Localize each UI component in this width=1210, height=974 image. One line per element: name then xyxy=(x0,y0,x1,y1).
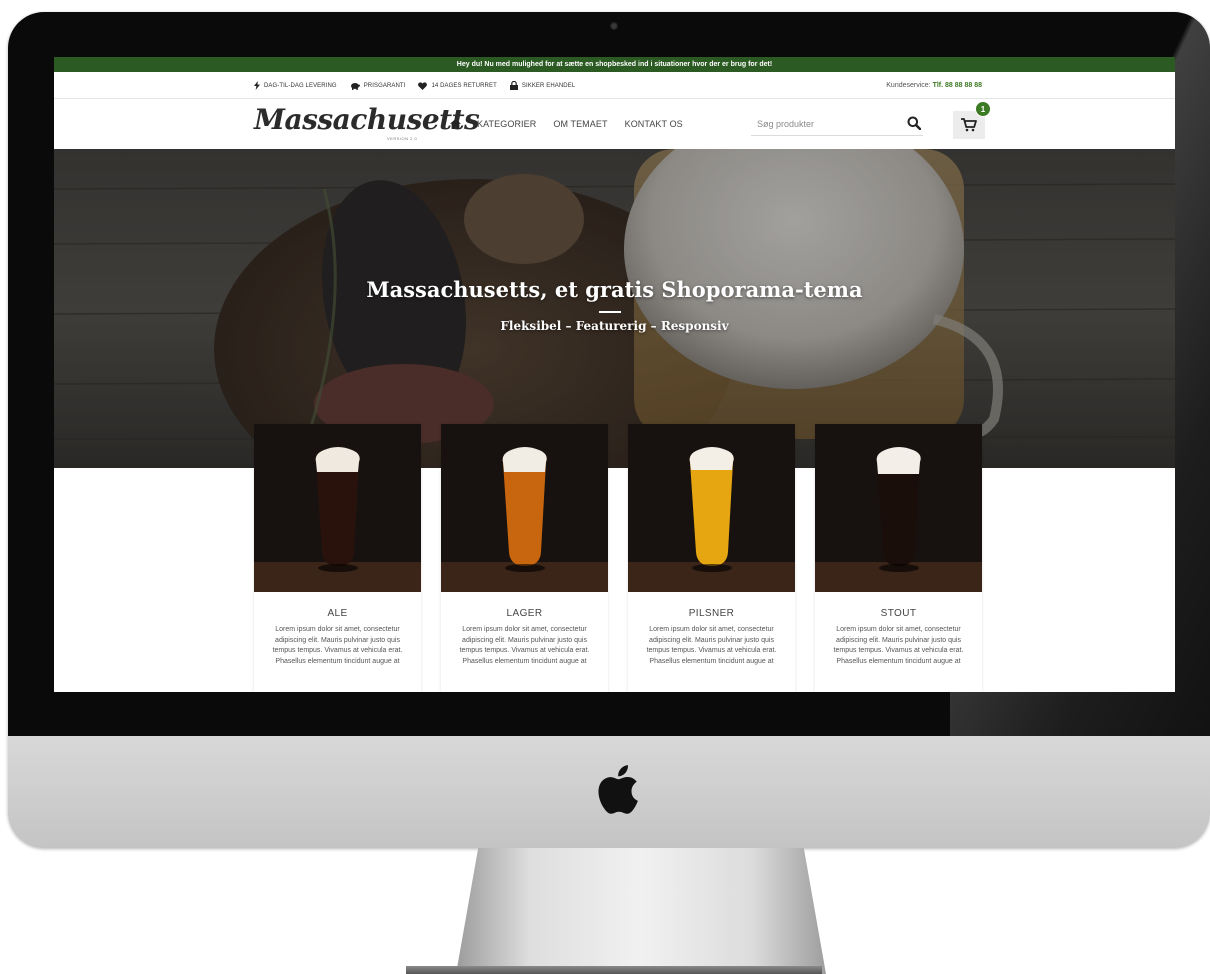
imac-stand xyxy=(456,848,826,974)
cart-icon xyxy=(961,118,977,132)
stand-base xyxy=(406,966,822,974)
product-description: Lorem ipsum dolor sit amet, consectetur … xyxy=(459,626,590,665)
promo-text: Hey du! Nu med mulighed for at sætte en … xyxy=(456,61,773,68)
home-icon[interactable] xyxy=(450,119,461,129)
search-box xyxy=(751,112,923,136)
usp-bar: DAG-TIL-DAG LEVERING PRISGARANTI 14 DAGE… xyxy=(54,72,1175,99)
promo-banner: Hey du! Nu med mulighed for at sætte en … xyxy=(54,57,1175,72)
nav-kategorier[interactable]: KATEGORIER xyxy=(477,119,536,129)
search-input[interactable] xyxy=(751,112,891,136)
apple-logo-icon xyxy=(598,765,638,814)
hero-subtitle: Fleksibel – Featurerig – Responsiv xyxy=(500,319,729,333)
usp-label: PRISGARANTI xyxy=(363,82,406,89)
customer-service-label: Kundeservice: xyxy=(886,82,931,89)
product-description: Lorem ipsum dolor sit amet, consectetur … xyxy=(646,626,777,665)
website-screen: Hey du! Nu med mulighed for at sætte en … xyxy=(54,57,1175,692)
heart-icon xyxy=(418,81,428,90)
search-icon[interactable] xyxy=(907,116,922,135)
customer-service: Kundeservice: Tlf. 88 88 88 88 xyxy=(886,72,982,99)
product-grid: ALE Lorem ipsum dolor sit amet, consecte… xyxy=(254,424,982,692)
lightning-icon xyxy=(254,81,260,90)
camera-icon xyxy=(610,22,618,30)
product-image[interactable] xyxy=(441,424,608,592)
usp-list: DAG-TIL-DAG LEVERING PRISGARANTI 14 DAGE… xyxy=(254,72,588,99)
product-name[interactable]: PILSNER xyxy=(628,608,795,619)
main-nav: KATEGORIER OM TEMAET KONTAKT OS xyxy=(450,99,700,149)
usp-item-returns: 14 DAGES RETURRET xyxy=(418,81,497,90)
product-image[interactable] xyxy=(628,424,795,592)
product-card-pilsner[interactable]: PILSNER Lorem ipsum dolor sit amet, cons… xyxy=(628,424,795,692)
usp-item-price: PRISGARANTI xyxy=(350,82,406,90)
product-card-ale[interactable]: ALE Lorem ipsum dolor sit amet, consecte… xyxy=(254,424,421,692)
nav-om-temaet[interactable]: OM TEMAET xyxy=(553,119,607,129)
cart-count-badge: 1 xyxy=(975,101,991,117)
hero-background-image xyxy=(54,149,1175,468)
site-logo[interactable]: Massachusetts xyxy=(254,103,480,136)
product-name[interactable]: STOUT xyxy=(815,608,982,619)
product-card-stout[interactable]: STOUT Lorem ipsum dolor sit amet, consec… xyxy=(815,424,982,692)
product-description: Lorem ipsum dolor sit amet, consectetur … xyxy=(833,626,964,665)
hero-divider xyxy=(599,311,621,313)
usp-label: SIKKER EHANDEL xyxy=(521,82,576,89)
imac-monitor: Hey du! Nu med mulighed for at sætte en … xyxy=(8,12,1210,848)
hero-title: Massachusetts, et gratis Shoporama-tema xyxy=(366,277,863,302)
product-name[interactable]: ALE xyxy=(254,608,421,619)
product-description: Lorem ipsum dolor sit amet, consectetur … xyxy=(272,626,403,665)
product-name[interactable]: LAGER xyxy=(441,608,608,619)
piggy-bank-icon xyxy=(350,82,360,90)
usp-label: DAG-TIL-DAG LEVERING xyxy=(264,82,337,89)
hero-banner: Massachusetts, et gratis Shoporama-tema … xyxy=(54,149,1175,468)
product-card-lager[interactable]: LAGER Lorem ipsum dolor sit amet, consec… xyxy=(441,424,608,692)
usp-item-delivery: DAG-TIL-DAG LEVERING xyxy=(254,81,337,90)
nav-kontakt-os[interactable]: KONTAKT OS xyxy=(625,119,683,129)
product-image[interactable] xyxy=(254,424,421,592)
customer-service-phone[interactable]: Tlf. 88 88 88 88 xyxy=(933,82,982,89)
site-header: Massachusetts VERSION 2.0 KATEGORIER OM … xyxy=(54,99,1175,149)
usp-label: 14 DAGES RETURRET xyxy=(431,82,497,89)
logo-version: VERSION 2.0 xyxy=(387,136,418,141)
product-image[interactable] xyxy=(815,424,982,592)
lock-icon xyxy=(509,81,518,90)
usp-item-secure: SIKKER EHANDEL xyxy=(509,81,576,90)
